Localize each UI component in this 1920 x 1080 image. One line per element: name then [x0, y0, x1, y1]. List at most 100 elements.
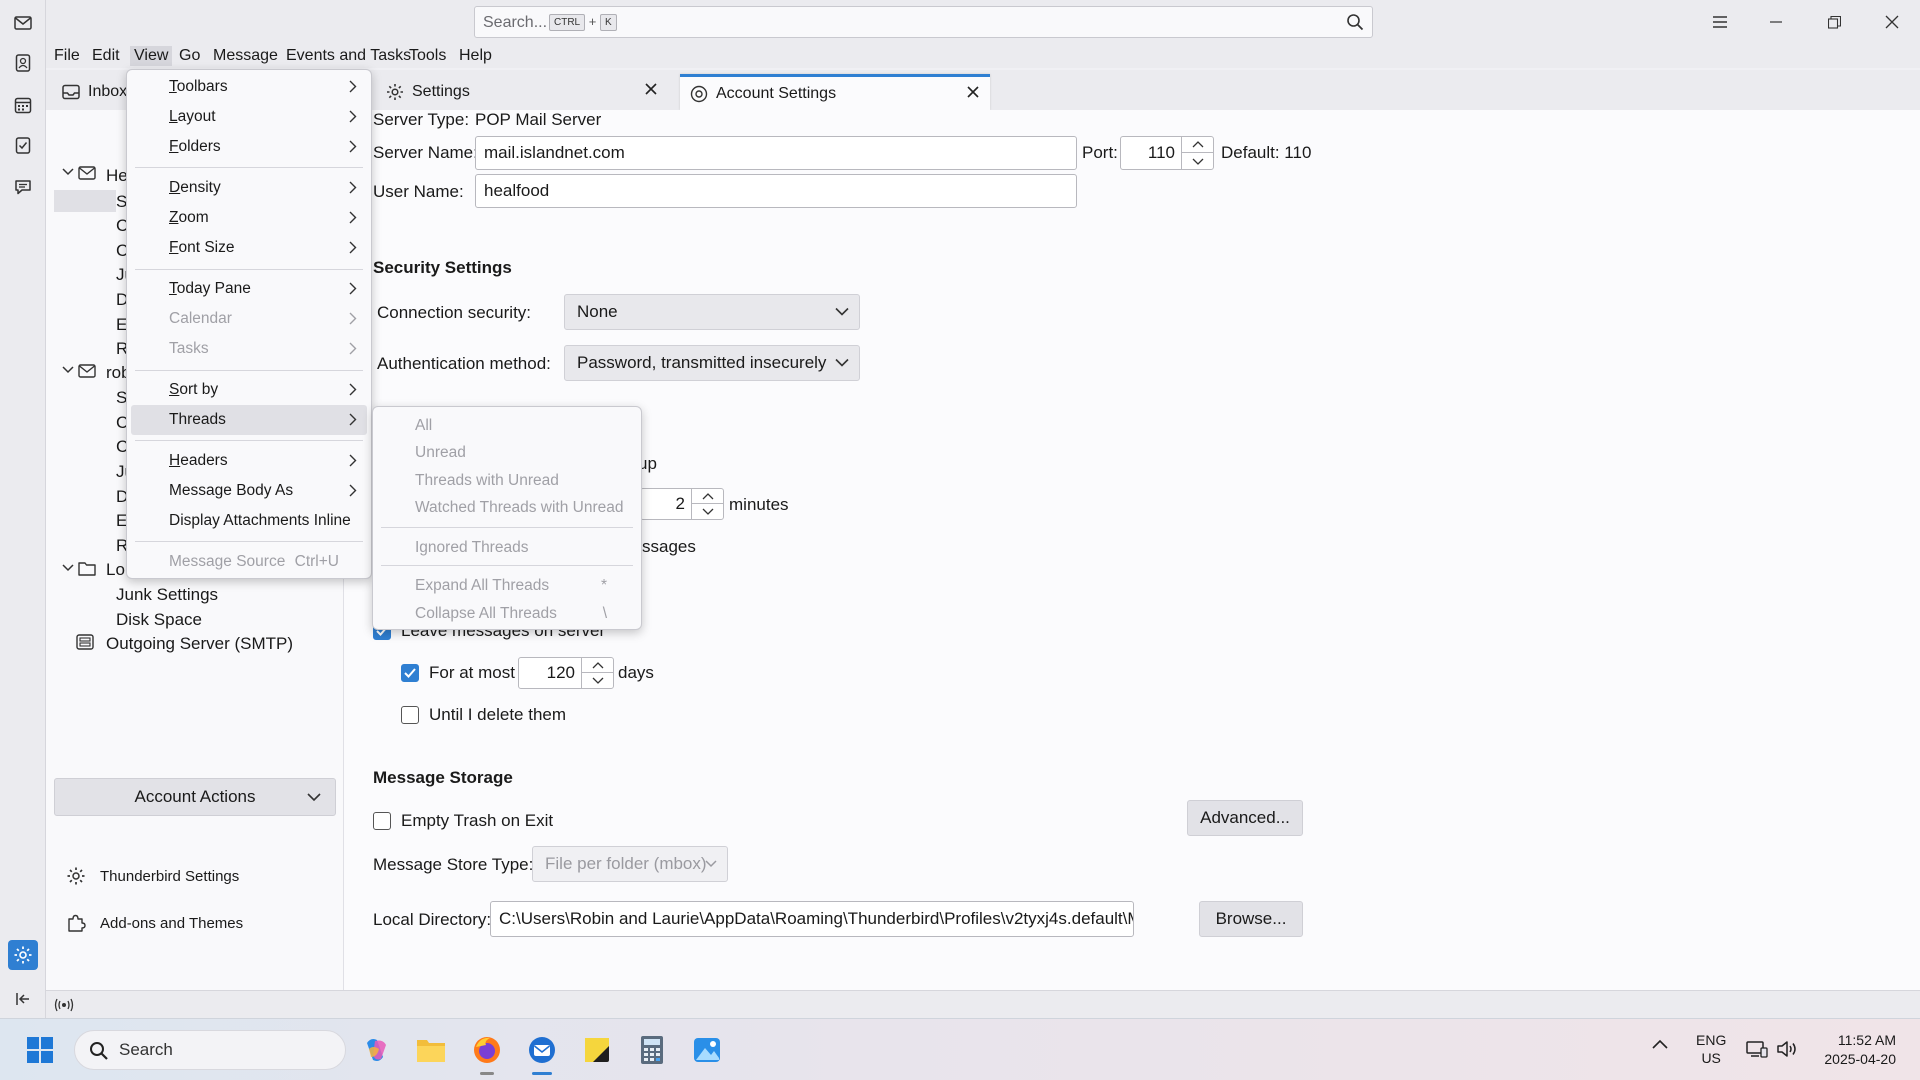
menu-edit[interactable]: Edit: [88, 46, 124, 66]
close-tab-icon[interactable]: [644, 82, 658, 96]
chevron-down-icon[interactable]: [582, 673, 613, 688]
clock[interactable]: 11:52 AM 2025-04-20: [1810, 1031, 1896, 1069]
for-at-most-checkbox[interactable]: [401, 664, 419, 682]
menu-go[interactable]: Go: [175, 46, 204, 66]
search-icon[interactable]: [1346, 13, 1364, 31]
message-store-type-value: File per folder (mbox): [545, 854, 707, 873]
collapse-spaces-icon[interactable]: [8, 984, 38, 1014]
browse-button[interactable]: Browse...: [1199, 901, 1303, 937]
address-book-icon[interactable]: [8, 48, 38, 78]
chevron-down-icon[interactable]: [1182, 153, 1213, 169]
close-window-icon[interactable]: [1864, 0, 1920, 44]
selected-tree-row[interactable]: [54, 190, 116, 212]
settings-space-icon[interactable]: [8, 940, 38, 970]
global-search-box[interactable]: Search... CTRL + K: [474, 6, 1373, 38]
restore-icon[interactable]: [1806, 0, 1862, 44]
tab-label: Inbox: [88, 83, 128, 100]
firefox-icon[interactable]: [469, 1032, 505, 1075]
local-directory-field[interactable]: C:\Users\Robin and Laurie\AppData\Roamin…: [490, 901, 1134, 937]
view-menu-display-attachments-inline[interactable]: Display Attachments Inline: [131, 506, 367, 536]
view-menu-threads[interactable]: Threads: [131, 405, 367, 435]
days-stepper[interactable]: 120: [518, 657, 614, 689]
photos-icon[interactable]: [689, 1032, 725, 1068]
server-type-value: POP Mail Server: [475, 110, 602, 129]
clock-date: 2025-04-20: [1824, 1051, 1896, 1067]
menu-tools[interactable]: Tools: [405, 46, 450, 66]
mail-space-icon[interactable]: [8, 8, 38, 38]
chevron-right-icon: [349, 454, 357, 467]
chevron-down-icon[interactable]: [62, 366, 74, 374]
menu-separator: [135, 440, 363, 441]
language-indicator[interactable]: ENG US: [1696, 1031, 1726, 1067]
menu-separator: [135, 269, 363, 270]
tasks-icon[interactable]: [8, 130, 38, 160]
calendar-icon[interactable]: [8, 90, 38, 120]
chevron-down-icon: [835, 307, 849, 317]
online-status-icon[interactable]: [54, 997, 74, 1013]
view-menu-folders[interactable]: Folders: [131, 132, 367, 162]
menu-separator: [381, 527, 633, 528]
tab-account-settings[interactable]: Account Settings: [680, 74, 990, 110]
windows-start-icon[interactable]: [22, 1032, 58, 1068]
sticky-notes-icon[interactable]: [579, 1032, 615, 1068]
tab-settings[interactable]: Settings: [368, 74, 668, 110]
network-icon[interactable]: [1746, 1040, 1768, 1058]
account-actions-button[interactable]: Account Actions: [54, 778, 336, 816]
menu-events-and-tasks[interactable]: Events and Tasks: [282, 46, 415, 66]
clock-time: 11:52 AM: [1837, 1032, 1896, 1048]
menu-view[interactable]: View: [130, 46, 173, 66]
server-name-field[interactable]: mail.islandnet.com: [475, 136, 1077, 170]
view-menu-zoom[interactable]: Zoom: [131, 203, 367, 233]
chevron-up-icon[interactable]: [582, 658, 613, 673]
tree-outgoing-server[interactable]: Outgoing Server (SMTP): [106, 634, 293, 654]
minimize-icon[interactable]: [1748, 0, 1804, 44]
view-menu-layout[interactable]: Layout: [131, 102, 367, 132]
close-tab-icon[interactable]: [966, 85, 980, 99]
advanced-button[interactable]: Advanced...: [1187, 800, 1303, 836]
taskbar-search[interactable]: Search: [74, 1030, 346, 1070]
calculator-icon[interactable]: [634, 1032, 670, 1068]
language-label: ENG: [1696, 1032, 1727, 1048]
view-menu-density[interactable]: Density: [131, 173, 367, 203]
chevron-down-icon: [307, 793, 321, 802]
view-menu-message-body-as[interactable]: Message Body As: [131, 476, 367, 506]
volume-icon[interactable]: [1776, 1040, 1798, 1058]
file-explorer-icon[interactable]: [413, 1032, 449, 1068]
port-stepper[interactable]: 110: [1120, 136, 1214, 170]
app-menu-icon[interactable]: [1692, 0, 1748, 44]
view-menu-headers[interactable]: Headers: [131, 446, 367, 476]
tree-local-folders[interactable]: Lo: [106, 560, 125, 580]
thunderbird-settings-link[interactable]: Thunderbird Settings: [66, 866, 239, 886]
addons-link[interactable]: Add-ons and Themes: [66, 913, 243, 933]
view-menu-calendar: Calendar: [131, 304, 367, 334]
chat-icon[interactable]: [8, 172, 38, 202]
chevron-down-icon[interactable]: [62, 168, 74, 176]
view-menu-toolbars[interactable]: Toolbars: [131, 72, 367, 102]
title-bar: Search... CTRL + K: [46, 0, 1920, 44]
menu-message[interactable]: Message: [209, 46, 282, 66]
authentication-method-select[interactable]: Password, transmitted insecurely: [564, 345, 860, 381]
empty-trash-checkbox[interactable]: [373, 812, 391, 830]
tree-junk-settings[interactable]: Junk Settings: [116, 585, 218, 605]
view-menu-sort-by[interactable]: Sort by: [131, 375, 367, 405]
chevron-up-icon[interactable]: [1182, 137, 1213, 153]
chevron-down-icon[interactable]: [692, 504, 723, 519]
chevron-up-icon[interactable]: [1652, 1039, 1668, 1049]
user-name-field[interactable]: healfood: [475, 174, 1077, 208]
default-port-label: Default: 110: [1221, 143, 1312, 162]
menu-help[interactable]: Help: [455, 46, 496, 66]
view-menu-today-pane[interactable]: Today Pane: [131, 274, 367, 304]
threads-submenu: All Unread Threads with Unread Watched T…: [372, 406, 642, 630]
view-menu-font-size[interactable]: Font Size: [131, 233, 367, 263]
until-delete-checkbox[interactable]: [401, 706, 419, 724]
tree-disk-space[interactable]: Disk Space: [116, 610, 202, 630]
chevron-right-icon: [349, 342, 357, 355]
connection-security-select[interactable]: None: [564, 294, 860, 330]
thunderbird-icon[interactable]: [524, 1032, 560, 1075]
check-interval-stepper[interactable]: 2: [640, 488, 724, 520]
menu-file[interactable]: File: [50, 46, 84, 66]
copilot-icon[interactable]: [358, 1032, 394, 1068]
chevron-down-icon[interactable]: [62, 564, 74, 572]
chevron-up-icon[interactable]: [692, 489, 723, 504]
tree-account-1[interactable]: He: [106, 166, 128, 186]
